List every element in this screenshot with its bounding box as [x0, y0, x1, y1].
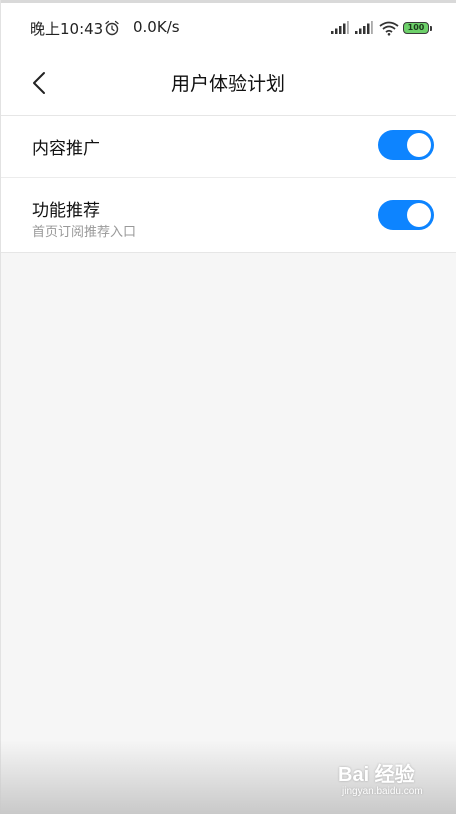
- toggle-knob: [407, 133, 431, 157]
- screen: 晚上10:43 0.0K/s 100 用户体验计划 内容推广 功能推荐 首页订阅…: [0, 0, 456, 814]
- net-speed: 0.0K/s: [133, 18, 180, 36]
- setting-title: 功能推荐: [32, 201, 100, 221]
- content-promotion-toggle[interactable]: [378, 130, 434, 160]
- title-bar: 用户体验计划: [0, 51, 456, 116]
- settings-list: 内容推广 功能推荐 首页订阅推荐入口: [0, 116, 456, 253]
- battery-cap: [430, 26, 432, 31]
- watermark-brand: Bai 经验: [338, 764, 415, 786]
- setting-title: 内容推广: [32, 139, 100, 159]
- wifi-icon: [379, 21, 399, 36]
- battery-icon: 100: [403, 22, 429, 34]
- battery-level: 100: [407, 23, 425, 32]
- alarm-icon: [105, 20, 119, 36]
- setting-row-feature-recommend[interactable]: 功能推荐 首页订阅推荐入口: [0, 178, 456, 252]
- setting-subtitle: 首页订阅推荐入口: [32, 225, 137, 240]
- page-title: 用户体验计划: [170, 73, 285, 95]
- status-bar: 晚上10:43 0.0K/s 100: [0, 3, 456, 51]
- setting-row-content-promotion[interactable]: 内容推广: [0, 116, 456, 178]
- signal-icon: [355, 21, 373, 34]
- toggle-knob: [407, 203, 431, 227]
- signal-icon: [331, 21, 349, 34]
- left-edge: [0, 0, 1, 814]
- feature-recommend-toggle[interactable]: [378, 200, 434, 230]
- watermark-logo: Bai 经验 jingyan.baidu.com: [338, 758, 448, 804]
- watermark-url: jingyan.baidu.com: [342, 786, 423, 797]
- status-time: 晚上10:43: [30, 20, 104, 38]
